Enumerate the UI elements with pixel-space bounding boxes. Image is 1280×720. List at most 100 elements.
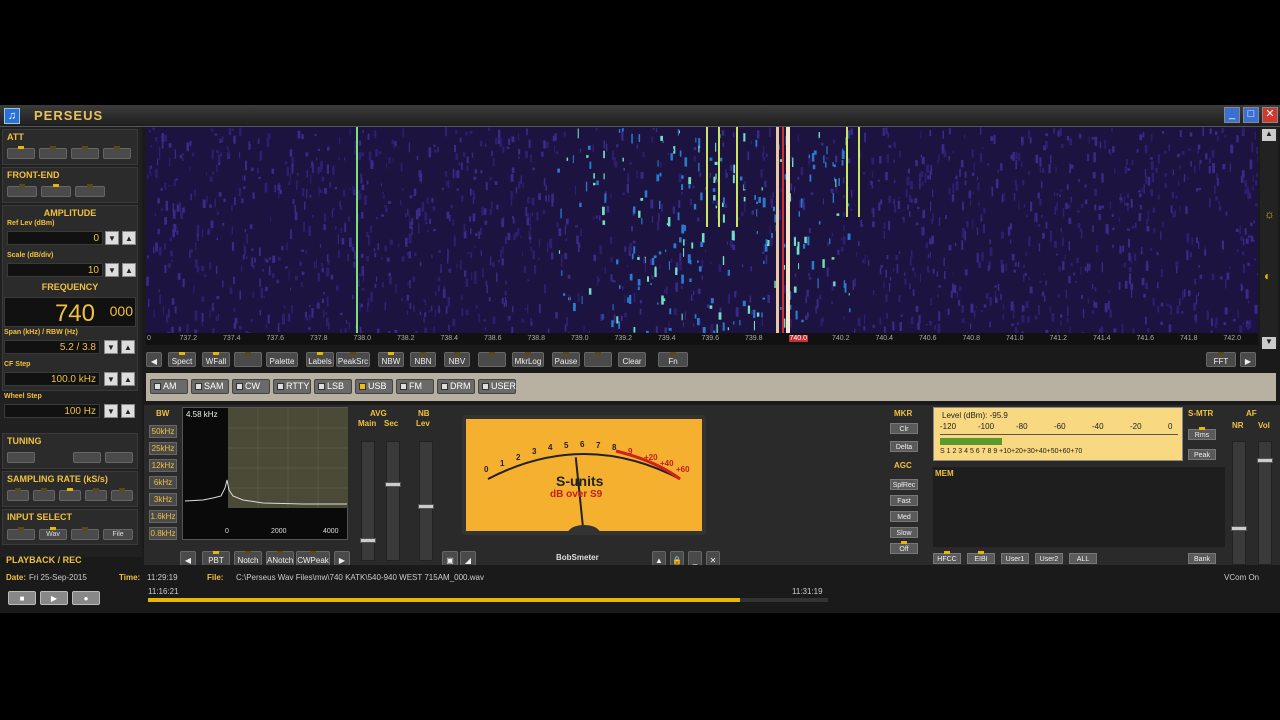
nbn-button[interactable]: NBN [410,352,436,367]
wheel-down[interactable]: ▼ [104,404,118,418]
sampling-rate-button-2[interactable] [33,488,55,501]
tuning-button-1[interactable] [7,452,35,463]
cfstep-up[interactable]: ▲ [121,372,135,386]
mkr-delta-button[interactable]: Delta [890,441,918,452]
mkrlog-button[interactable]: MkrLog [512,352,544,367]
meter-close-icon[interactable]: ✕ [706,551,720,566]
ref-level-down[interactable]: ▼ [105,231,119,245]
input-file-button[interactable]: File [103,529,133,540]
tuning-button-2[interactable] [73,452,101,463]
agc-sprec-button[interactable]: SpłRec [890,479,918,490]
att-30db-button[interactable] [103,146,131,159]
bw-12khz-button[interactable]: 12kHz [149,459,177,472]
nbw-button[interactable]: NBW [378,352,404,367]
input-button-3[interactable] [71,527,99,540]
scroll-down-icon[interactable]: ▼ [1262,337,1276,349]
right-scroll-toolbar[interactable]: ▲ ▼ ☼ ◐ [1260,127,1278,349]
sampling-rate-button-3[interactable] [59,488,81,501]
cfstep-value[interactable]: 100.0 kHz [4,372,100,386]
mode-rtty-button[interactable]: RTTY [273,379,311,394]
frontend-presel-button[interactable] [7,184,37,197]
minimize-button[interactable]: _ [1224,107,1240,123]
pbt-button[interactable]: PBT [202,551,230,566]
agc-fast-button[interactable]: Fast [890,495,918,506]
app-icon[interactable]: ♫ [4,108,20,124]
input-button-1[interactable] [7,527,35,540]
toolbar-blank-3[interactable] [584,352,612,367]
mode-sam-button[interactable]: SAM [191,379,229,394]
nb-level-fader[interactable] [418,441,434,561]
brightness-icon[interactable]: ☼ [1264,207,1275,221]
scale-down[interactable]: ▼ [105,263,119,277]
scroll-up-icon[interactable]: ▲ [1262,129,1276,141]
mode-drm-button[interactable]: DRM [437,379,475,394]
sampling-rate-button-4[interactable] [85,488,107,501]
tuning-button-3[interactable] [105,452,133,463]
span-down[interactable]: ▼ [104,340,118,354]
meter-toggle-1[interactable]: ▣ [442,551,458,566]
sampling-rate-button-1[interactable] [7,488,29,501]
volume-fader[interactable] [1257,441,1273,565]
dsp-right-arrow[interactable]: ▶ [334,551,350,566]
pause-button[interactable]: Pause [552,352,580,367]
fn-button[interactable]: Fn [658,352,688,367]
meter-up-icon[interactable]: ▲ [652,551,666,566]
stop-button[interactable]: ■ [8,591,36,605]
toolbar-blank-2[interactable] [478,352,506,367]
wheel-value[interactable]: 100 Hz [4,404,100,418]
palette-button[interactable]: Palette [266,352,298,367]
mem-hfcc-button[interactable]: HFCC [933,551,961,564]
mode-usb-button[interactable]: USB [355,379,393,394]
mkr-clr-button[interactable]: Clr [890,423,918,434]
contrast-icon[interactable]: ◐ [1264,269,1271,283]
toolbar-right-arrow[interactable]: ▶ [1240,352,1256,367]
att-10db-button[interactable] [39,146,67,159]
frontend-preamp-button[interactable] [41,184,71,197]
mode-am-button[interactable]: AM [150,379,188,394]
bw-0-8khz-button[interactable]: 0.8kHz [149,527,177,540]
att-0db-button[interactable] [7,146,35,159]
bw-25khz-button[interactable]: 25kHz [149,442,177,455]
nbv-button[interactable]: NBV [444,352,470,367]
att-20db-button[interactable] [71,146,99,159]
mode-fm-button[interactable]: FM [396,379,434,394]
frontend-dither-button[interactable] [75,184,105,197]
meter-minimize-icon[interactable]: _ [688,551,702,566]
mode-cw-button[interactable]: CW [232,379,270,394]
span-up[interactable]: ▲ [121,340,135,354]
frequency-display[interactable]: 740 000 [4,297,136,327]
agc-slow-button[interactable]: Slow [890,527,918,538]
wfall-button[interactable]: WFall [202,352,230,367]
avg-main-fader[interactable] [360,441,376,561]
mode-lsb-button[interactable]: LSB [314,379,352,394]
anotch-button[interactable]: ANotch [266,551,294,566]
smtr-rms-button[interactable]: Rms [1188,427,1216,440]
toolbar-blank-1[interactable] [234,352,262,367]
cfstep-down[interactable]: ▼ [104,372,118,386]
wheel-up[interactable]: ▲ [121,404,135,418]
playback-progress[interactable] [148,598,828,602]
cwpeak-button[interactable]: CWPeak [296,551,330,566]
mem-all-button[interactable]: ALL [1069,553,1097,564]
span-value[interactable]: 5.2 / 3.8 [4,340,100,354]
notch-button[interactable]: Notch [234,551,262,566]
mem-bank-button[interactable]: Bank [1188,553,1216,564]
record-button[interactable]: ● [72,591,100,605]
play-button[interactable]: ▶ [40,591,68,605]
mode-user-button[interactable]: USER [478,379,516,394]
bw-6khz-button[interactable]: 6kHz [149,476,177,489]
input-wav-button[interactable]: Wav [39,527,67,540]
ref-level-value[interactable]: 0 [7,231,103,245]
fft-button[interactable]: FFT [1206,352,1236,367]
agc-med-button[interactable]: Med [890,511,918,522]
close-button[interactable]: ✕ [1262,107,1278,123]
mem-user2-button[interactable]: User2 [1035,553,1063,564]
labels-button[interactable]: Labels [306,352,334,367]
scale-value[interactable]: 10 [7,263,103,277]
mem-user1-button[interactable]: User1 [1001,553,1029,564]
bw-3khz-button[interactable]: 3kHz [149,493,177,506]
sampling-rate-button-5[interactable] [111,488,133,501]
agc-off-button[interactable]: Off [890,541,918,554]
peaksrc-button[interactable]: PeakSrc [336,352,370,367]
waterfall-display[interactable] [146,127,1258,333]
